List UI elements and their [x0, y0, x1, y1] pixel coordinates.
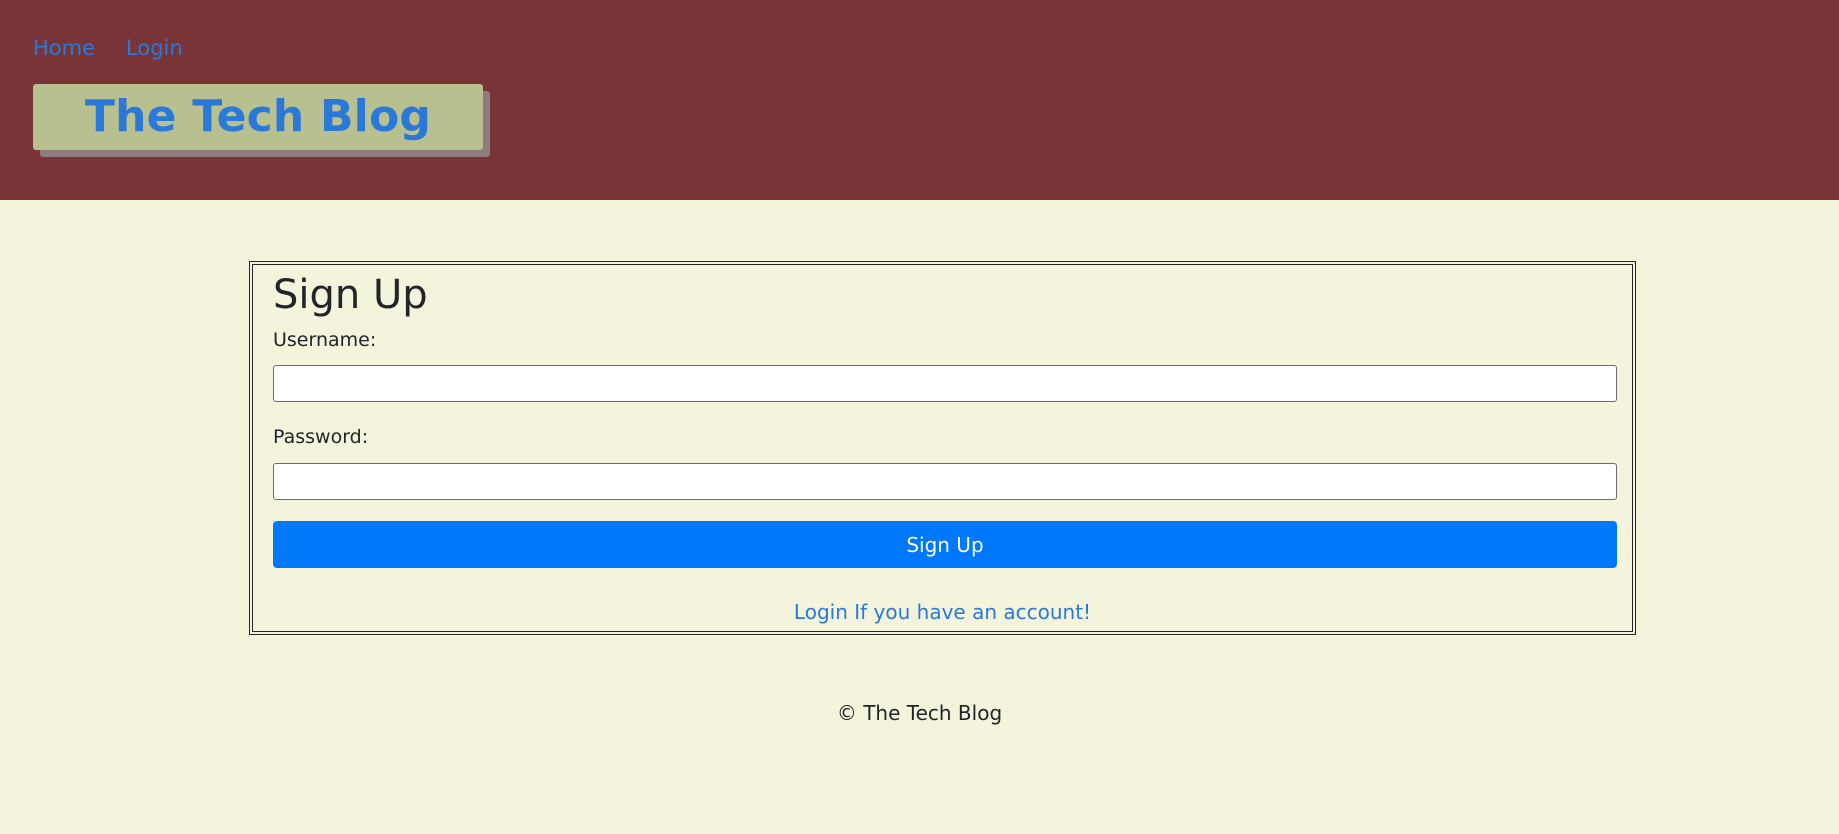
- nav-login-link[interactable]: Login: [126, 34, 183, 62]
- nav-home-link[interactable]: Home: [33, 34, 95, 62]
- signup-button[interactable]: Sign Up: [273, 521, 1617, 568]
- username-input[interactable]: [273, 365, 1617, 402]
- signup-form-card: Sign Up Username: Password: Sign Up Logi…: [249, 261, 1636, 635]
- footer-copyright: © The Tech Blog: [836, 701, 1003, 725]
- username-label: Username:: [273, 329, 377, 351]
- site-title: The Tech Blog: [84, 91, 432, 142]
- brand-banner: The Tech Blog: [33, 84, 483, 150]
- password-label: Password:: [273, 426, 369, 448]
- signup-heading: Sign Up: [273, 272, 428, 318]
- site-header: Home Login The Tech Blog: [0, 0, 1839, 200]
- top-nav: Home Login: [33, 34, 183, 62]
- password-input[interactable]: [273, 463, 1617, 500]
- login-account-link[interactable]: Login If you have an account!: [253, 600, 1632, 624]
